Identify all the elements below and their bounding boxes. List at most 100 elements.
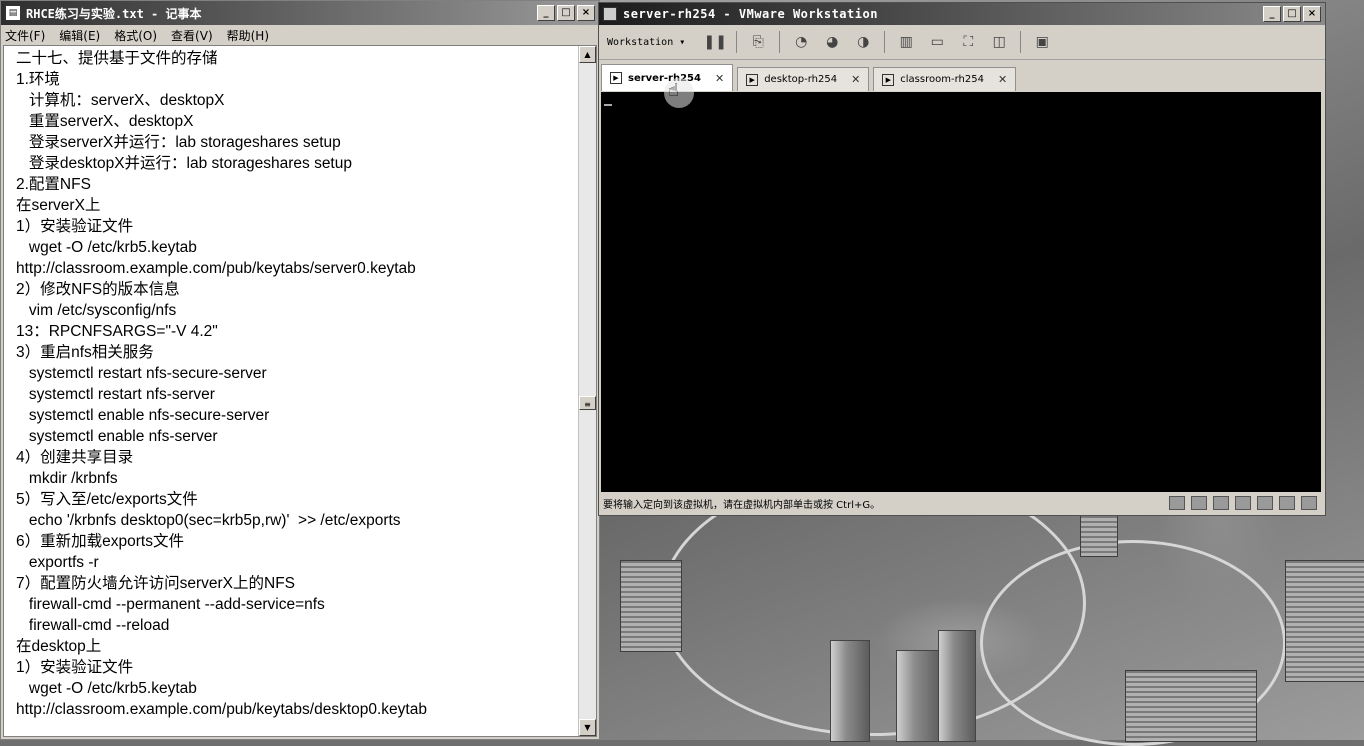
unity-icon[interactable]: ◫: [989, 33, 1009, 51]
text-line: echo '/krbnfs desktop0(sec=krb5p,rw)' >>…: [16, 512, 401, 529]
text-line: 6）重新加载exports文件: [16, 533, 184, 550]
text-line: wget -O /etc/krb5.keytab: [16, 239, 197, 256]
vmware-title: server-rh254 - VMware Workstation: [623, 7, 878, 21]
notepad-menubar: 文件(F) 编辑(E) 格式(O) 查看(V) 帮助(H): [1, 25, 599, 45]
text-line: systemctl restart nfs-server: [16, 386, 215, 403]
vm-icon: ▶: [610, 72, 622, 84]
notepad-text-area[interactable]: 二十七、提供基于文件的存储 1.环境 计算机：serverX、desktopX 重…: [3, 45, 597, 737]
notepad-content[interactable]: 二十七、提供基于文件的存储 1.环境 计算机：serverX、desktopX 重…: [16, 48, 576, 720]
close-button[interactable]: ×: [577, 5, 595, 21]
notepad-titlebar[interactable]: ▤ RHCE练习与实验.txt - 记事本 _ □ ×: [1, 1, 599, 25]
wallpaper-building: [1080, 515, 1118, 557]
pause-icon[interactable]: ❚❚: [704, 33, 727, 51]
vmware-minimize-button[interactable]: _: [1263, 6, 1281, 22]
menu-view[interactable]: 查看(V): [171, 27, 213, 44]
vmware-window[interactable]: server-rh254 - VMware Workstation _ □ × …: [598, 2, 1326, 516]
mouse-pointer-hand-icon: ☝: [664, 78, 694, 108]
vertical-scrollbar[interactable]: ▲ ≡ ▼: [578, 46, 596, 736]
scroll-up-button[interactable]: ▲: [579, 46, 596, 63]
text-line: 4）创建共享目录: [16, 449, 134, 466]
tab-classroom-rh254[interactable]: ▶ classroom-rh254 ✕: [873, 67, 1017, 91]
text-line: systemctl restart nfs-secure-server: [16, 365, 267, 382]
text-line: 二十七、提供基于文件的存储: [16, 50, 218, 67]
send-ctrl-alt-del-icon[interactable]: ⎘: [748, 33, 768, 51]
full-screen-icon[interactable]: ⛶: [958, 33, 978, 51]
tab-desktop-rh254[interactable]: ▶ desktop-rh254 ✕: [737, 67, 870, 91]
console-view-icon[interactable]: ▭: [927, 33, 947, 51]
text-line: 2.配置NFS: [16, 176, 91, 193]
text-cursor: [604, 104, 612, 106]
text-line: exportfs -r: [16, 554, 99, 571]
library-view-icon[interactable]: ▥: [896, 33, 916, 51]
text-line: systemctl enable nfs-server: [16, 428, 218, 445]
notepad-window[interactable]: ▤ RHCE练习与实验.txt - 记事本 _ □ × 文件(F) 编辑(E) …: [0, 0, 600, 740]
status-message: 要将输入定向到该虚拟机，请在虚拟机内部单击或按 Ctrl+G。: [603, 499, 881, 511]
notepad-app-icon: ▤: [5, 5, 21, 21]
toolbar-separator: [736, 31, 738, 53]
menu-format[interactable]: 格式(O): [114, 27, 157, 44]
thumbnail-view-icon[interactable]: ▣: [1032, 33, 1052, 51]
wallpaper-tower: [896, 650, 942, 742]
tab-close-icon[interactable]: ✕: [851, 73, 860, 86]
display-icon[interactable]: [1279, 496, 1295, 510]
vmware-titlebar[interactable]: server-rh254 - VMware Workstation _ □ ×: [599, 3, 1325, 25]
minimize-button[interactable]: _: [537, 5, 555, 21]
wallpaper-tower: [830, 640, 870, 742]
wallpaper-building: [1125, 670, 1257, 742]
text-line: mkdir /krbnfs: [16, 470, 118, 487]
text-line: 3）重启nfs相关服务: [16, 344, 154, 361]
text-line: vim /etc/sysconfig/nfs: [16, 302, 177, 319]
tab-close-icon[interactable]: ✕: [998, 73, 1007, 86]
vmware-maximize-button[interactable]: □: [1283, 6, 1301, 22]
menu-edit[interactable]: 编辑(E): [59, 27, 100, 44]
network-adapter-icon[interactable]: [1213, 496, 1229, 510]
text-line: 5）写入至/etc/exports文件: [16, 491, 198, 508]
message-log-icon[interactable]: [1301, 496, 1317, 510]
toolbar-separator: [1020, 31, 1022, 53]
usb-device-icon[interactable]: [1235, 496, 1251, 510]
text-line: 1）安装验证文件: [16, 218, 134, 235]
menu-file[interactable]: 文件(F): [5, 27, 45, 44]
text-line: 在desktop上: [16, 638, 102, 655]
sound-card-icon[interactable]: [1257, 496, 1273, 510]
text-line: 登录desktopX并运行：lab storageshares setup: [16, 155, 352, 172]
hard-disk-icon[interactable]: [1169, 496, 1185, 510]
text-line: 在serverX上: [16, 197, 101, 214]
text-line: 1.环境: [16, 71, 60, 88]
menu-help[interactable]: 帮助(H): [227, 27, 269, 44]
workstation-menu-dropdown[interactable]: Workstation ▾: [607, 37, 685, 48]
tab-close-icon[interactable]: ✕: [715, 72, 724, 85]
snapshot-manager-icon[interactable]: ◑: [853, 33, 873, 51]
text-line: wget -O /etc/krb5.keytab: [16, 680, 197, 697]
toolbar-separator: [779, 31, 781, 53]
vmware-statusbar: 要将输入定向到该虚拟机，请在虚拟机内部单击或按 Ctrl+G。: [601, 493, 1323, 513]
toolbar-separator: [884, 31, 886, 53]
text-line: 2）修改NFS的版本信息: [16, 281, 180, 298]
vmware-app-icon: [603, 7, 617, 21]
vm-icon: ▶: [882, 73, 895, 86]
revert-snapshot-icon[interactable]: ◕: [822, 33, 842, 51]
text-line: firewall-cmd --reload: [16, 617, 170, 634]
text-line: 计算机：serverX、desktopX: [16, 92, 225, 109]
wallpaper-building: [620, 560, 682, 652]
scroll-down-button[interactable]: ▼: [579, 719, 596, 736]
notepad-title: RHCE练习与实验.txt - 记事本: [26, 6, 202, 21]
vm-tab-strip: ▶ server-rh254 ✕ ▶ desktop-rh254 ✕ ▶ cla…: [601, 63, 1323, 91]
scroll-thumb[interactable]: ≡: [579, 396, 596, 410]
tab-label: classroom-rh254: [900, 74, 984, 85]
vm-icon: ▶: [746, 73, 759, 86]
vm-console-screen[interactable]: [601, 92, 1321, 492]
wallpaper-tower: [938, 630, 976, 742]
maximize-button[interactable]: □: [557, 5, 575, 21]
text-line: 登录serverX并运行：lab storageshares setup: [16, 134, 341, 151]
text-line: 1）安装验证文件: [16, 659, 134, 676]
text-line: 7）配置防火墙允许访问serverX上的NFS: [16, 575, 296, 592]
snapshot-icon[interactable]: ◔: [791, 33, 811, 51]
tab-label: desktop-rh254: [764, 74, 838, 85]
text-line: firewall-cmd --permanent --add-service=n…: [16, 596, 325, 613]
vmware-close-button[interactable]: ×: [1303, 6, 1321, 22]
cd-drive-icon[interactable]: [1191, 496, 1207, 510]
wallpaper-building: [1285, 560, 1364, 682]
text-line: 重置serverX、desktopX: [16, 113, 194, 130]
text-line: 13：RPCNFSARGS="-V 4.2": [16, 323, 218, 340]
